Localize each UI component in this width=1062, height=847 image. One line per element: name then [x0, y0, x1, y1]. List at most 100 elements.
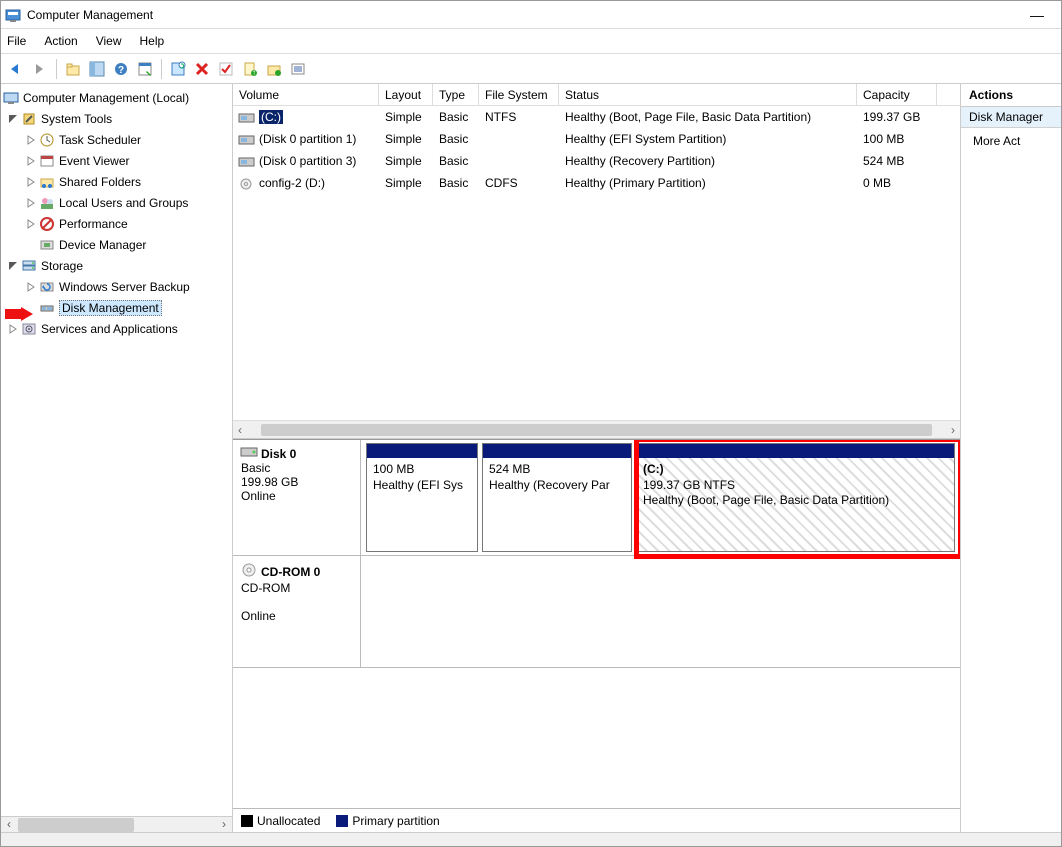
volume-fs: CDFS [479, 176, 559, 190]
app-icon [5, 7, 21, 23]
actions-more[interactable]: More Act [961, 128, 1061, 154]
volume-row[interactable]: config-2 (D:)SimpleBasicCDFSHealthy (Pri… [233, 172, 960, 194]
new-folder-button[interactable] [263, 58, 285, 80]
volume-name: (Disk 0 partition 3) [259, 154, 356, 168]
volume-capacity: 524 MB [857, 154, 937, 168]
svg-text:?: ? [118, 65, 124, 76]
volume-capacity: 0 MB [857, 176, 937, 190]
volume-list: Volume Layout Type File System Status Ca… [233, 84, 960, 439]
expand-icon[interactable] [25, 155, 37, 167]
tree-node-disk-management[interactable]: Disk Management [1, 297, 232, 318]
volume-header-status[interactable]: Status [559, 84, 857, 105]
partition-recovery[interactable]: 524 MB Healthy (Recovery Par [482, 443, 632, 552]
tree-node-task-scheduler[interactable]: Task Scheduler [1, 129, 232, 150]
nav-tree[interactable]: Computer Management (Local) System Tools… [1, 84, 232, 816]
actions-category[interactable]: Disk Manager [961, 107, 1061, 128]
volume-capacity: 100 MB [857, 132, 937, 146]
volume-row[interactable]: (C:)SimpleBasicNTFSHealthy (Boot, Page F… [233, 106, 960, 128]
disk-0-info[interactable]: Disk 0 Basic 199.98 GB Online [233, 440, 361, 555]
menu-help[interactable]: Help [140, 34, 165, 48]
volume-capacity: 199.37 GB [857, 110, 937, 124]
tree-node-performance[interactable]: Performance [1, 213, 232, 234]
menu-view[interactable]: View [96, 34, 122, 48]
computer-icon [3, 90, 19, 106]
tree-node-local-users[interactable]: Local Users and Groups [1, 192, 232, 213]
volume-layout: Simple [379, 132, 433, 146]
tree-node-system-tools[interactable]: System Tools [1, 108, 232, 129]
tree-node-root[interactable]: Computer Management (Local) [1, 87, 232, 108]
svg-text:↑: ↑ [252, 68, 256, 77]
volume-status: Healthy (Boot, Page File, Basic Data Par… [559, 110, 857, 124]
volume-header-volume[interactable]: Volume [233, 84, 379, 105]
new-button[interactable]: ↑ [239, 58, 261, 80]
volume-layout: Simple [379, 110, 433, 124]
title-bar: Computer Management — [1, 1, 1061, 29]
toolbar: ? ↑ [1, 54, 1061, 84]
disk-row-0: Disk 0 Basic 199.98 GB Online 100 MB Hea… [233, 440, 960, 556]
center-panel: Volume Layout Type File System Status Ca… [233, 84, 961, 832]
volume-row[interactable]: (Disk 0 partition 3) SimpleBasic Healthy (… [233, 150, 960, 172]
expand-icon[interactable] [25, 281, 37, 293]
partition-c[interactable]: (C:) 199.37 GB NTFS Healthy (Boot, Page … [636, 443, 955, 552]
tree-node-storage[interactable]: Storage [1, 255, 232, 276]
volume-header-capacity[interactable]: Capacity [857, 84, 937, 105]
properties-button[interactable] [134, 58, 156, 80]
actions-header: Actions [961, 84, 1061, 107]
expand-icon[interactable] [25, 218, 37, 230]
disk-row-cd: CD-ROM 0 CD-ROM Online [233, 556, 960, 668]
expand-icon[interactable] [7, 260, 19, 272]
volume-hscrollbar[interactable]: ‹› [233, 420, 960, 438]
check-button[interactable] [215, 58, 237, 80]
volume-icon [239, 112, 255, 124]
volume-icon [239, 134, 255, 146]
volume-header-type[interactable]: Type [433, 84, 479, 105]
volume-name: (Disk 0 partition 1) [259, 132, 356, 146]
volume-header-layout[interactable]: Layout [379, 84, 433, 105]
volume-fs: NTFS [479, 110, 559, 124]
expand-icon[interactable] [25, 197, 37, 209]
actions-panel: Actions Disk Manager More Act [961, 84, 1061, 832]
volume-type: Basic [433, 176, 479, 190]
volume-type: Basic [433, 132, 479, 146]
forward-button[interactable] [29, 58, 51, 80]
up-button[interactable] [62, 58, 84, 80]
legend-primary: Primary partition [336, 814, 439, 828]
minimize-button[interactable]: — [1017, 7, 1057, 23]
tree-node-wsb[interactable]: Windows Server Backup [1, 276, 232, 297]
window-title: Computer Management [27, 8, 1017, 22]
volume-name: (C:) [259, 110, 283, 124]
volume-type: Basic [433, 154, 479, 168]
list-button[interactable] [287, 58, 309, 80]
tools-icon [21, 111, 37, 127]
expand-icon[interactable] [7, 113, 19, 125]
status-bar [1, 832, 1061, 846]
volume-icon [239, 156, 255, 168]
volume-layout: Simple [379, 154, 433, 168]
expand-icon[interactable] [7, 323, 19, 335]
volume-status: Healthy (Recovery Partition) [559, 154, 857, 168]
expand-icon[interactable] [25, 176, 37, 188]
device-icon [39, 237, 55, 253]
menu-file[interactable]: File [7, 34, 26, 48]
delete-button[interactable] [191, 58, 213, 80]
back-button[interactable] [5, 58, 27, 80]
tree-hscrollbar[interactable]: ‹› [1, 816, 232, 832]
tree-node-event-viewer[interactable]: Event Viewer [1, 150, 232, 171]
partition-efi[interactable]: 100 MB Healthy (EFI Sys [366, 443, 478, 552]
tree-node-shared-folders[interactable]: Shared Folders [1, 171, 232, 192]
show-hide-tree-button[interactable] [86, 58, 108, 80]
volume-row[interactable]: (Disk 0 partition 1)SimpleBasicHealthy (… [233, 128, 960, 150]
tree-node-device-manager[interactable]: Device Manager [1, 234, 232, 255]
clock-icon [39, 132, 55, 148]
help-button[interactable]: ? [110, 58, 132, 80]
tree-node-services[interactable]: Services and Applications [1, 318, 232, 339]
volume-status: Healthy (Primary Partition) [559, 176, 857, 190]
disk-legend: Unallocated Primary partition [233, 808, 960, 832]
refresh-button[interactable] [167, 58, 189, 80]
menu-action[interactable]: Action [44, 34, 77, 48]
legend-unallocated: Unallocated [241, 814, 320, 828]
expand-icon[interactable] [25, 134, 37, 146]
cdrom-info[interactable]: CD-ROM 0 CD-ROM Online [233, 556, 361, 667]
storage-icon [21, 258, 37, 274]
volume-header-filesystem[interactable]: File System [479, 84, 559, 105]
